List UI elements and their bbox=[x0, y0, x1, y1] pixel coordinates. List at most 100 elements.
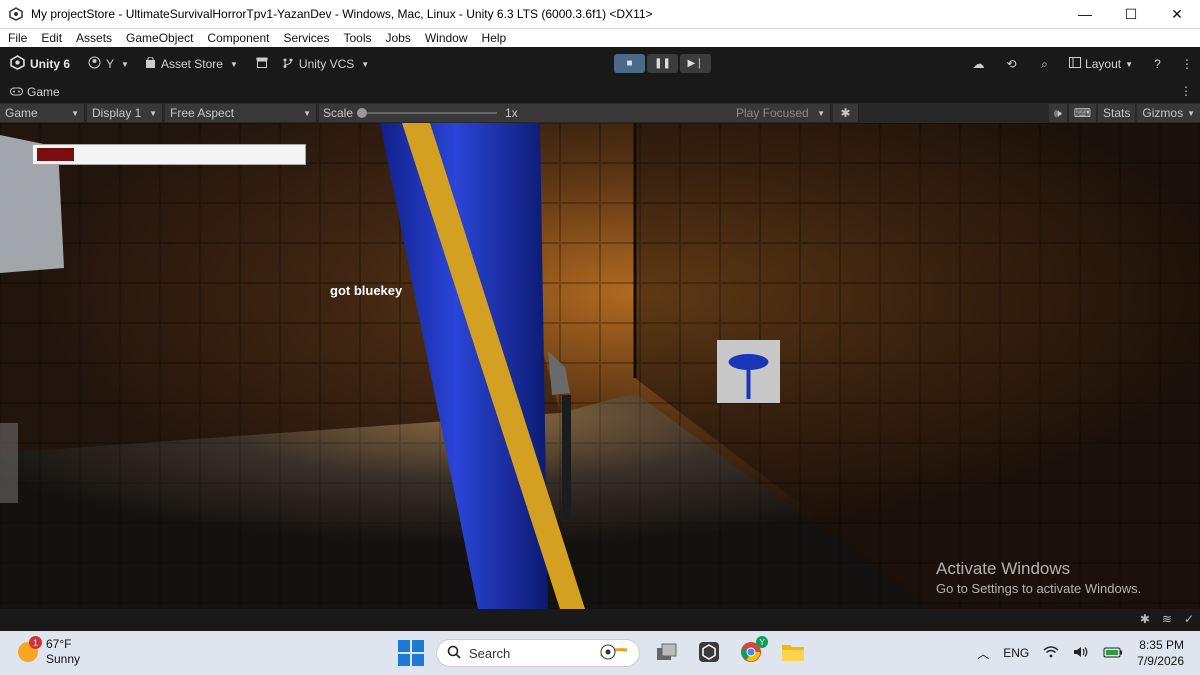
activate-windows-watermark: Activate Windows Go to Settings to activ… bbox=[936, 559, 1141, 596]
taskbar-search[interactable]: Search bbox=[436, 639, 640, 667]
chevron-down-icon: ▼ bbox=[361, 59, 370, 69]
archive-box-icon bbox=[256, 57, 268, 71]
debug-button[interactable]: ✱ bbox=[833, 104, 859, 122]
tab-menu-icon[interactable]: ⋮ bbox=[1180, 84, 1192, 98]
menu-component[interactable]: Component bbox=[200, 31, 276, 45]
unity-vcs-dropdown[interactable]: Unity VCS ▼ bbox=[282, 57, 369, 72]
layers-icon[interactable]: ≋ bbox=[1162, 612, 1172, 626]
minimize-button[interactable]: — bbox=[1062, 0, 1108, 29]
speaker-icon: 🕪 bbox=[1054, 105, 1062, 120]
chevron-down-icon: ▼ bbox=[121, 59, 129, 69]
task-view-button[interactable] bbox=[652, 638, 682, 668]
menu-edit[interactable]: Edit bbox=[34, 31, 69, 45]
menu-tools[interactable]: Tools bbox=[336, 31, 378, 45]
check-circle-icon[interactable]: ✓ bbox=[1184, 612, 1194, 626]
package-box-button[interactable] bbox=[256, 57, 268, 71]
unity-version-label: Unity 6 bbox=[30, 57, 71, 71]
stats-button[interactable]: Stats bbox=[1098, 104, 1136, 122]
clock[interactable]: 8:35 PM 7/9/2026 bbox=[1137, 637, 1184, 669]
account-icon bbox=[88, 56, 101, 72]
help-icon[interactable]: ? bbox=[1141, 57, 1174, 71]
play-mode-value: Play Focused bbox=[736, 106, 809, 120]
display-select[interactable]: Display 1 ▼ bbox=[87, 104, 163, 122]
menu-help[interactable]: Help bbox=[475, 31, 514, 45]
chevron-down-icon: ▼ bbox=[817, 108, 825, 118]
scale-slider-knob[interactable] bbox=[357, 108, 368, 118]
tab-game[interactable]: Game bbox=[0, 85, 60, 99]
aspect-select[interactable]: Free Aspect ▼ bbox=[165, 104, 317, 122]
unity-status-bar: ✱ ≋ ✓ bbox=[0, 609, 1200, 631]
stats-label: Stats bbox=[1103, 106, 1131, 120]
window-title-bar: My projectStore - UltimateSurvivalHorror… bbox=[0, 0, 1200, 29]
stop-button[interactable]: ■ bbox=[614, 54, 645, 73]
unity-6-button[interactable]: Unity 6 bbox=[10, 55, 70, 73]
scale-label: Scale bbox=[323, 106, 354, 120]
chrome-profile-badge: Y bbox=[756, 636, 768, 648]
asset-store-dropdown[interactable]: Asset Store ▼ bbox=[145, 56, 238, 72]
tab-game-label: Game bbox=[27, 85, 60, 99]
unity-logo-icon bbox=[10, 55, 25, 73]
blue-key-icon bbox=[717, 340, 780, 403]
language-indicator[interactable]: ENG bbox=[1003, 646, 1029, 660]
stop-icon: ■ bbox=[626, 58, 633, 69]
view-select[interactable]: Game ▼ bbox=[0, 104, 85, 122]
account-dropdown[interactable]: Y ▼ bbox=[88, 56, 129, 72]
chevron-down-icon: ▼ bbox=[1125, 59, 1133, 69]
scale-slider[interactable] bbox=[357, 108, 498, 118]
toolbar-right: ☁ ⟲ ⌕ Layout ▼ ? ⋮ bbox=[962, 47, 1200, 81]
debug-bug-icon[interactable]: ✱ bbox=[1140, 612, 1150, 626]
temperature: 67°F bbox=[46, 637, 72, 651]
chevron-up-icon[interactable]: ︿ bbox=[977, 645, 989, 662]
shopping-bag-icon bbox=[145, 56, 156, 72]
menu-services[interactable]: Services bbox=[276, 31, 336, 45]
cloud-icon[interactable]: ☁ bbox=[962, 57, 995, 71]
watermark-title: Activate Windows bbox=[936, 559, 1071, 578]
volume-icon[interactable] bbox=[1073, 646, 1089, 661]
menu-gameobject[interactable]: GameObject bbox=[119, 31, 200, 45]
windows-logo-icon bbox=[398, 640, 410, 652]
game-viewport[interactable]: got bluekey Activate Windows Go to Setti… bbox=[0, 123, 1200, 609]
chevron-down-icon: ▼ bbox=[303, 108, 311, 118]
more-options-icon[interactable]: ⋮ bbox=[1174, 57, 1200, 71]
chevron-down-icon: ▼ bbox=[149, 108, 157, 118]
layout-dropdown[interactable]: Layout ▼ bbox=[1061, 57, 1141, 71]
watermark-subtitle: Go to Settings to activate Windows. bbox=[936, 581, 1142, 596]
weather-widget[interactable]: 1 67°F Sunny bbox=[18, 636, 80, 667]
wifi-icon[interactable] bbox=[1043, 645, 1059, 661]
pause-button[interactable]: ❚❚ bbox=[647, 54, 678, 73]
gamepad-icon bbox=[10, 85, 23, 99]
battery-icon[interactable] bbox=[1103, 646, 1123, 661]
shortcuts-button[interactable]: ⌨ bbox=[1068, 104, 1097, 122]
menu-assets[interactable]: Assets bbox=[69, 31, 119, 45]
chevron-down-icon: ▼ bbox=[229, 59, 238, 69]
scale-control: Scale 1x bbox=[319, 104, 731, 122]
menu-jobs[interactable]: Jobs bbox=[378, 31, 417, 45]
chrome-taskbar-app[interactable]: Y bbox=[736, 636, 768, 668]
menu-file[interactable]: File bbox=[0, 31, 34, 45]
system-tray: ︿ ENG 8:35 PM 7/9/2026 bbox=[977, 631, 1200, 675]
health-bar-fill bbox=[37, 148, 75, 161]
maximize-button[interactable]: ☐ bbox=[1108, 0, 1154, 29]
branch-icon bbox=[282, 57, 294, 72]
search-icon[interactable]: ⌕ bbox=[1028, 57, 1061, 72]
clock-time: 8:35 PM bbox=[1139, 638, 1184, 652]
scale-value: 1x bbox=[505, 106, 518, 120]
folder-icon bbox=[781, 642, 805, 665]
start-button[interactable] bbox=[398, 640, 424, 666]
mute-audio-button[interactable]: 🕪 bbox=[1049, 104, 1067, 122]
pickup-message: got bluekey bbox=[330, 283, 403, 298]
file-explorer-app[interactable] bbox=[778, 638, 808, 668]
history-icon[interactable]: ⟲ bbox=[995, 57, 1028, 71]
health-bar bbox=[32, 144, 306, 165]
close-button[interactable]: ✕ bbox=[1154, 0, 1200, 29]
play-mode-select[interactable]: Play Focused ▼ bbox=[731, 104, 831, 122]
play-controls: ■ ❚❚ ▶❘ bbox=[614, 54, 711, 73]
search-placeholder: Search bbox=[469, 645, 511, 661]
step-button[interactable]: ▶❘ bbox=[680, 54, 711, 73]
status-icons: ✱ ≋ ✓ bbox=[1140, 612, 1194, 626]
gizmos-button[interactable]: Gizmos ▼ bbox=[1137, 104, 1200, 122]
game-tab-bar: Game ⋮ bbox=[0, 81, 1200, 103]
unity-taskbar-app[interactable] bbox=[694, 638, 724, 668]
step-forward-icon: ▶❘ bbox=[687, 58, 704, 69]
menu-window[interactable]: Window bbox=[418, 31, 475, 45]
